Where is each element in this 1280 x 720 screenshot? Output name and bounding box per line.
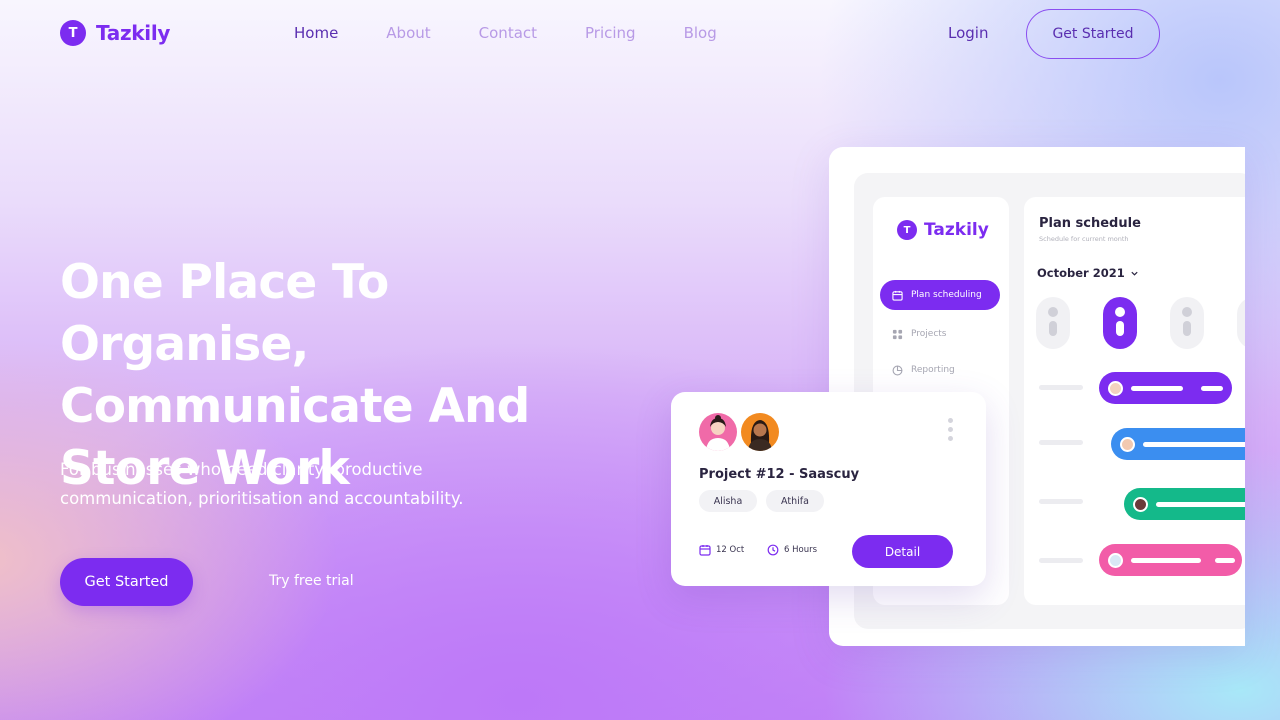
hero-title-line: One Place To Organise, [60, 255, 389, 372]
nav-link-home[interactable]: Home [294, 24, 338, 42]
project-date: 12 Oct [699, 544, 744, 556]
hero-subtitle-line: communication, prioritisation and accoun… [60, 489, 464, 508]
avatar [1133, 496, 1148, 512]
avatar [1120, 436, 1135, 452]
month-label: October 2021 [1037, 266, 1125, 280]
calendar-icon [892, 290, 903, 301]
person-avatar-icon [748, 420, 772, 451]
timeline-row-label [1039, 440, 1083, 445]
schedule-title: Plan schedule [1039, 216, 1141, 231]
hero-subtitle: For businesses who need clarity, product… [60, 455, 500, 513]
sidebar-item-plan-scheduling[interactable]: Plan scheduling [880, 280, 1000, 310]
grid-icon [892, 329, 903, 339]
timeline-row-label [1039, 385, 1083, 390]
brand-logo[interactable]: T Tazkily [60, 20, 170, 46]
sidebar-item-label: Projects [911, 329, 947, 339]
task-bar[interactable] [1099, 372, 1232, 404]
timeline-row-label [1039, 558, 1083, 563]
member-tag: Alisha [699, 490, 757, 512]
person-avatar-icon [706, 415, 730, 451]
brand-name: Tazkily [96, 21, 171, 45]
day-pill[interactable] [1237, 297, 1245, 349]
top-navigation: T Tazkily Home About Contact Pricing Blo… [0, 0, 1280, 68]
nav-get-started-button[interactable]: Get Started [1026, 9, 1160, 59]
nav-link-blog[interactable]: Blog [684, 24, 717, 42]
project-date-label: 12 Oct [716, 545, 745, 555]
sidebar-item-reporting[interactable]: Reporting [880, 355, 1000, 385]
timeline-row-label [1039, 499, 1083, 504]
hero-title-line: Communicate And [60, 379, 530, 434]
sidebar-item-label: Reporting [911, 365, 955, 375]
schedule-panel: Plan schedule Schedule for current month… [1024, 197, 1245, 605]
hero-get-started-button[interactable]: Get Started [60, 558, 193, 606]
sidebar-item-label: Plan scheduling [911, 290, 982, 300]
task-bar[interactable] [1099, 544, 1242, 576]
detail-button[interactable]: Detail [852, 535, 953, 568]
month-selector[interactable]: October 2021 [1037, 266, 1139, 280]
nav-link-pricing[interactable]: Pricing [585, 24, 636, 42]
nav-links: Home About Contact Pricing Blog [294, 24, 765, 42]
project-duration: 6 Hours [767, 544, 817, 556]
task-bar[interactable] [1111, 428, 1245, 460]
member-tag: Athifa [766, 490, 824, 512]
more-options-icon[interactable] [946, 418, 954, 446]
sidebar-item-projects[interactable]: Projects [880, 319, 1000, 349]
avatar [741, 413, 779, 451]
logo-mark-icon: T [60, 20, 86, 46]
avatar [1108, 380, 1123, 396]
preview-brand-name: Tazkily [924, 220, 989, 240]
avatar [699, 413, 737, 451]
project-title: Project #12 - Saascuy [699, 467, 860, 482]
schedule-subtitle: Schedule for current month [1039, 235, 1129, 243]
day-pill-selected[interactable] [1103, 297, 1137, 349]
project-duration-label: 6 Hours [784, 545, 818, 555]
clock-icon [767, 544, 779, 556]
avatar [1108, 552, 1123, 568]
logo-mark-icon: T [897, 220, 917, 240]
project-card: Project #12 - Saascuy Alisha Athifa 12 O… [671, 392, 986, 586]
day-pill[interactable] [1170, 297, 1204, 349]
preview-logo: T Tazkily [897, 220, 989, 240]
pie-chart-icon [892, 365, 903, 375]
nav-link-about[interactable]: About [386, 24, 430, 42]
hero-subtitle-line: For businesses who need clarity, product… [60, 460, 423, 479]
try-free-trial-link[interactable]: Try free trial [269, 573, 354, 589]
task-bar[interactable] [1124, 488, 1245, 520]
nav-link-contact[interactable]: Contact [479, 24, 537, 42]
day-pill[interactable] [1036, 297, 1070, 349]
chevron-down-icon [1131, 271, 1138, 276]
login-link[interactable]: Login [948, 24, 988, 42]
calendar-icon [699, 545, 711, 556]
